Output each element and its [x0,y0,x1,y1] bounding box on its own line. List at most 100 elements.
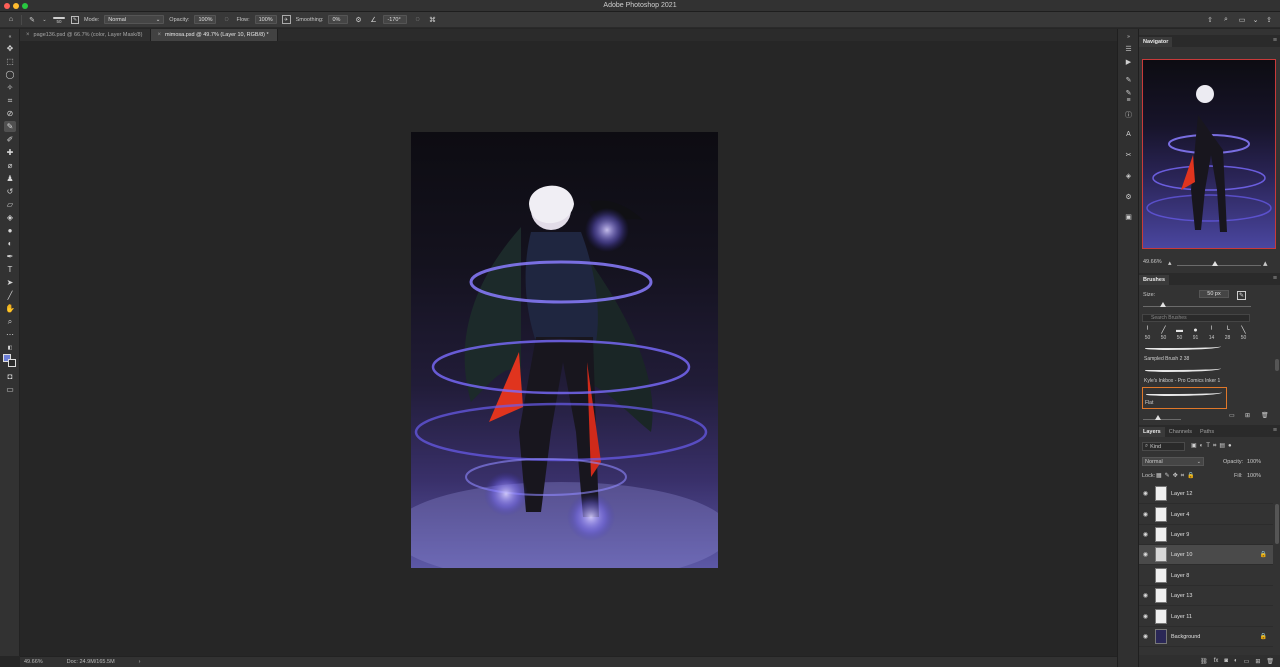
chevron-down-icon[interactable]: ⌄ [42,15,47,25]
eye-icon[interactable]: ◉ [1139,613,1152,620]
status-zoom[interactable]: 49.66% [24,659,43,665]
tab-navigator[interactable]: Navigator [1139,37,1173,47]
history-brush-tool-icon[interactable]: ↺ [4,186,16,197]
workspace-icon[interactable]: ▭ [1237,15,1247,25]
eyedropper-tool-icon[interactable]: ⊘ [4,108,16,119]
chevron-right-icon[interactable]: › [139,659,141,665]
artwork-canvas[interactable] [411,132,718,568]
brush-preview-size-thumb[interactable] [1155,415,1161,420]
flow-field[interactable]: 100% [254,15,277,24]
add-mask-icon[interactable]: ◙ [1224,658,1228,664]
layer-row[interactable]: ◉ Layer 13 [1139,586,1273,606]
brush-preset[interactable]: ╵ 14 [1204,325,1219,341]
layer-row[interactable]: ◉ Layer 4 [1139,505,1273,525]
navigator-zoom-thumb[interactable] [1212,261,1218,266]
layer-row[interactable]: ◉ Layer 9 [1139,525,1273,545]
folder-icon[interactable]: ▭ [1244,658,1250,665]
paint-bucket-tool-icon[interactable]: ◈ [4,212,16,223]
zoom-out-icon[interactable]: ▴ [1168,259,1172,267]
brush-settings-toggle-icon[interactable]: ✎ [71,15,79,24]
history-icon[interactable]: ☰ [1123,43,1134,54]
canvas-area[interactable] [20,41,1117,656]
brush-preview-size-slider[interactable] [1143,419,1181,420]
crop-tool-icon[interactable]: ⌗ [4,95,16,106]
brush-size-thumb[interactable] [1160,302,1166,307]
eye-icon[interactable]: ◉ [1139,551,1152,558]
pencil-tool-icon[interactable]: ✐ [4,134,16,145]
marquee-tool-icon[interactable]: ⬚ [4,56,16,67]
brush-preset[interactable]: ╱ 50 [1156,325,1171,341]
fill-value[interactable]: 100% [1247,473,1261,479]
tab-mimosa[interactable]: × mimosa.psd @ 49.7% (Layer 10, RGB/8) * [151,29,278,41]
eye-icon[interactable]: ◉ [1139,633,1152,640]
properties-icon[interactable]: ⚙ [1123,191,1134,202]
actions-play-icon[interactable]: ▶ [1123,56,1134,67]
line-tool-icon[interactable]: ╱ [4,290,16,301]
angle-field[interactable]: -170° [383,15,408,24]
brush-preset[interactable]: ╲ 50 [1236,325,1251,341]
layer-row[interactable]: Layer 8 [1139,566,1273,586]
libraries-icon[interactable]: ▣ [1123,211,1134,222]
move-tool-icon[interactable]: ✥ [4,43,16,54]
layer-filter-select[interactable]: ⌕ Kind [1142,442,1185,451]
type-tool-icon[interactable]: T [4,264,16,275]
adjustments-icon[interactable]: ≡ [1123,95,1134,106]
background-color-swatch[interactable] [8,359,16,367]
layer-filter-icons[interactable]: ▣◐T⌗▤● [1191,442,1235,450]
share-icon[interactable]: ⇧ [1205,15,1215,25]
collapse-icon[interactable]: « [4,31,16,42]
opacity-field[interactable]: 100% [194,15,217,24]
adjustment-layer-icon[interactable]: ◐ [1234,658,1238,664]
brush-preset[interactable]: ╰ 28 [1220,325,1235,341]
airbrush-icon[interactable]: ✈ [281,15,291,24]
tab-brushes[interactable]: Brushes [1139,275,1170,285]
pressure-size-icon[interactable]: ◌ [412,15,422,25]
layer-opacity-value[interactable]: 100% [1247,459,1261,465]
new-brush-icon[interactable]: ✎ [1237,291,1246,300]
tool-presets-icon[interactable]: ✂ [1123,149,1134,160]
mode-select[interactable]: Normal ⌄ [104,15,165,24]
hand-tool-icon[interactable]: ✋ [4,303,16,314]
quick-mask-icon[interactable]: ◘ [4,371,16,382]
path-selection-tool-icon[interactable]: ➤ [4,277,16,288]
3d-icon[interactable]: ◈ [1123,170,1134,181]
navigator-zoom-value[interactable]: 49.66% [1143,259,1162,265]
eye-icon[interactable]: ◉ [1139,511,1152,518]
collapse-icon[interactable]: » [1123,31,1134,42]
layer-row-selected[interactable]: ◉ Layer 10 🔒 [1139,545,1273,565]
trash-icon[interactable]: 🗑 [1266,658,1274,665]
tab-channels[interactable]: Channels [1165,427,1196,437]
tab-layers[interactable]: Layers [1139,427,1165,437]
share-image-icon[interactable]: ⇪ [1264,15,1274,25]
brush-size-field[interactable]: 50 px [1199,290,1229,298]
brush-tool-preset-icon[interactable]: ✎ [27,15,37,25]
gear-icon[interactable]: ⚙ [353,15,363,25]
link-layers-icon[interactable]: ⛓ [1200,658,1208,665]
clone-stamp-tool-icon[interactable]: ♟ [4,173,16,184]
brushes-scrollbar[interactable] [1275,359,1279,371]
fx-icon[interactable]: fx [1214,658,1219,664]
navigator-thumbnail[interactable] [1142,59,1276,249]
brush-entry-kyle-inkbox[interactable]: Kyle's Inkbox - Pro Comics Inker 1 [1142,364,1227,386]
tab-page136[interactable]: × page136.psd @ 66.7% (color, Layer Mask… [20,29,152,41]
mixer-brush-tool-icon[interactable]: ⌀ [4,160,16,171]
magic-wand-tool-icon[interactable]: ✧ [4,82,16,93]
brush-preset[interactable]: ╵ 50 [1140,325,1155,341]
pen-tool-icon[interactable]: ✒ [4,251,16,262]
more-tools-icon[interactable]: ⋯ [4,329,16,340]
new-item-icon[interactable]: ⊞ [1245,412,1250,419]
healing-brush-tool-icon[interactable]: ✚ [4,147,16,158]
zoom-tool-icon[interactable]: ⌕ [4,316,16,327]
layer-row[interactable]: ◉ Background 🔒 [1139,627,1273,647]
search-icon[interactable]: ⌕ [1221,15,1231,25]
close-tab-icon[interactable]: × [26,32,30,38]
brush-preset[interactable]: ▬ 50 [1172,325,1187,342]
blend-mode-select[interactable]: Normal ⌄ [1142,457,1204,466]
character-icon[interactable]: A [1123,129,1134,140]
lock-options-icons[interactable]: ▦✎✥⌗🔒 [1156,472,1198,480]
brush-tool-icon[interactable]: ✎ [4,121,16,132]
lasso-tool-icon[interactable]: ◯ [4,69,16,80]
panel-menu-icon[interactable]: ≡ [1273,37,1277,44]
pressure-opacity-icon[interactable]: ◌ [221,15,231,25]
brush-entry-flat[interactable]: Flat [1142,387,1227,409]
